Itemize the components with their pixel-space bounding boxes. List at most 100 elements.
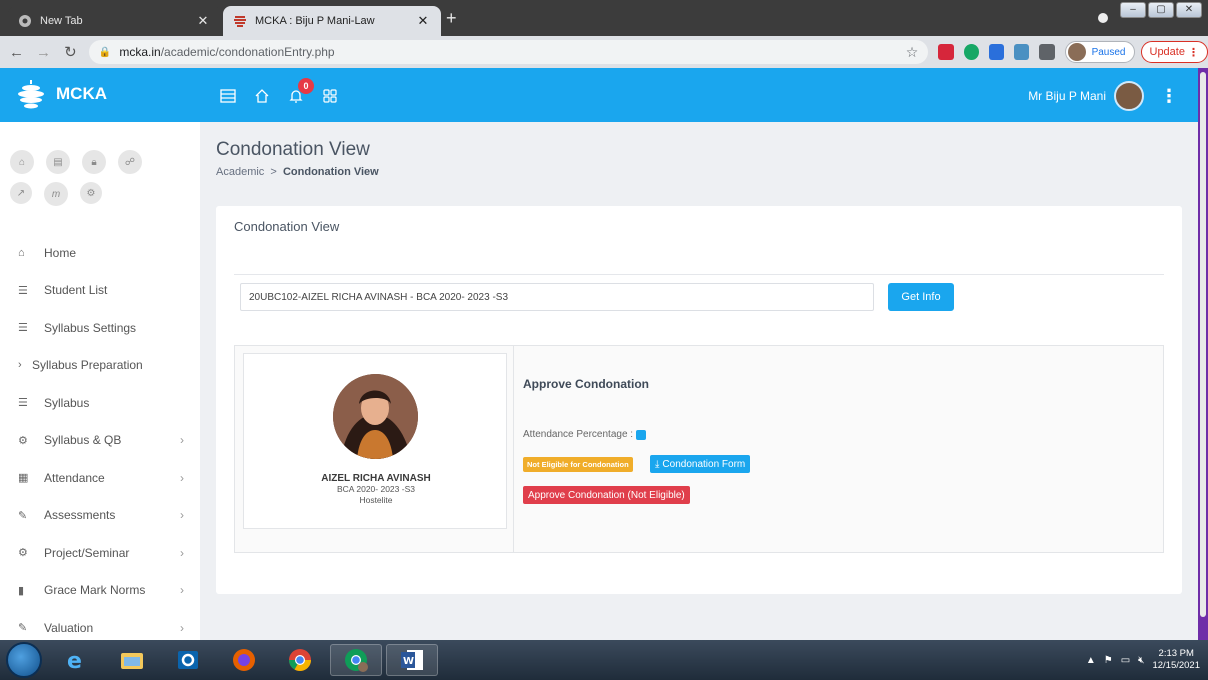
handshake-icon[interactable]: ☍: [118, 150, 142, 174]
tab-new-tab[interactable]: New Tab ✕: [8, 6, 221, 36]
chevron-right-icon: ›: [180, 583, 184, 598]
student-course: BCA 2020- 2023 -S3: [337, 484, 415, 494]
network-icon[interactable]: ▭: [1121, 655, 1130, 666]
external-link-icon[interactable]: ↗: [10, 182, 32, 204]
page-title: Condonation View: [216, 139, 370, 160]
download-icon: ⤓: [655, 458, 660, 470]
extension-icon[interactable]: [938, 44, 954, 60]
breadcrumb-academic[interactable]: Academic: [216, 166, 264, 178]
attendance-label: Attendance Percentage :: [523, 429, 634, 440]
student-select[interactable]: 20UBC102-AIZEL RICHA AVINASH - BCA 2020-…: [240, 283, 874, 311]
address-bar[interactable]: 🔒 mcka.in/academic/condonationEntry.php …: [88, 40, 929, 64]
outlook-icon[interactable]: [162, 644, 214, 676]
book-icon: ▮: [18, 584, 25, 597]
user-menu[interactable]: Mr Biju P Mani ⋮: [1028, 81, 1178, 111]
app-header: MCKA 0 Mr Biju P Mani ⋮: [0, 68, 1198, 122]
chrome-profile-icon[interactable]: [330, 644, 382, 676]
profile-button[interactable]: Paused: [1064, 41, 1135, 63]
sidebar-item-student-list[interactable]: ☰ Student List: [0, 272, 200, 310]
menu-toggle-icon[interactable]: [218, 86, 238, 106]
close-tab-icon[interactable]: ✕: [195, 13, 211, 29]
sidebar-item-label: Student List: [44, 283, 108, 298]
lock-icon[interactable]: 🔒︎: [82, 150, 106, 174]
sidebar-item-label: Syllabus & QB: [44, 433, 122, 448]
maximize-button[interactable]: ▢: [1148, 2, 1174, 18]
get-info-button[interactable]: Get Info: [888, 283, 954, 311]
sidebar-item-syllabus-settings[interactable]: ☰ Syllabus Settings: [0, 309, 200, 347]
id-card-icon[interactable]: ▤: [46, 150, 70, 174]
svg-text:W: W: [403, 656, 414, 667]
volume-muted-icon[interactable]: 🔇︎: [1138, 655, 1144, 666]
list-icon: ☰: [18, 284, 28, 297]
internet-explorer-icon[interactable]: e: [50, 644, 102, 676]
action-center-flag-icon[interactable]: ⚑: [1104, 655, 1113, 666]
new-tab-button[interactable]: +: [446, 9, 457, 27]
chevron-right-icon: ›: [18, 359, 22, 372]
breadcrumb: Academic > Condonation View: [216, 166, 379, 178]
lock-icon: 🔒: [98, 46, 112, 58]
close-window-button[interactable]: ✕: [1176, 2, 1202, 18]
condonation-form-label: Condonation Form: [662, 458, 746, 470]
forward-icon[interactable]: →: [33, 44, 54, 61]
gear-icon[interactable]: ⚙: [80, 182, 102, 204]
extension-icon[interactable]: [1014, 44, 1030, 60]
system-tray: ▲ ⚑ ▭ 🔇︎ 2:13 PM 12/15/2021: [1086, 648, 1200, 672]
update-label: Update: [1149, 46, 1185, 58]
divider: [234, 274, 1164, 275]
cogs-icon: ⚙: [18, 547, 28, 560]
pencil-icon: ✎: [18, 622, 28, 635]
reload-icon[interactable]: ↻: [60, 43, 81, 61]
bell-icon[interactable]: 0: [286, 78, 314, 106]
sidebar-item-project-seminar[interactable]: ⚙ Project/Seminar ›: [0, 534, 200, 572]
profile-status: Paused: [1091, 46, 1126, 58]
sidebar-item-syllabus[interactable]: ☰ Syllabus: [0, 384, 200, 422]
browser-toolbar: ← → ↻ 🔒 mcka.in/academic/condonationEntr…: [0, 36, 1208, 68]
home-icon: ⌂: [18, 246, 25, 259]
grid-icon[interactable]: [320, 86, 340, 106]
student-residence: Hostelite: [359, 495, 393, 505]
sidebar-item-grace-mark-norms[interactable]: ▮ Grace Mark Norms ›: [0, 572, 200, 610]
sidebar-item-syllabus-qb[interactable]: ⚙ Syllabus & QB ›: [0, 422, 200, 460]
sidebar-item-attendance[interactable]: ▦ Attendance ›: [0, 459, 200, 497]
sidebar-item-assessments[interactable]: ✎ Assessments ›: [0, 497, 200, 535]
update-button[interactable]: Update ⋮: [1140, 41, 1208, 63]
tab-title: New Tab: [40, 15, 83, 27]
more-vert-icon[interactable]: ⋮: [1160, 86, 1178, 107]
approve-condonation-button[interactable]: Approve Condonation (Not Eligible): [523, 486, 690, 504]
close-tab-icon[interactable]: ✕: [415, 13, 431, 29]
chrome-icon[interactable]: [274, 644, 326, 676]
page-scrollbar[interactable]: [1198, 68, 1208, 640]
bookmark-star-icon[interactable]: ☆: [906, 44, 919, 61]
firefox-icon[interactable]: [218, 644, 270, 676]
moodle-icon[interactable]: m: [44, 182, 68, 206]
sidebar-item-label: Home: [44, 245, 77, 260]
tab-title: MCKA : Biju P Mani-Law: [255, 15, 375, 27]
chrome-icon: [18, 14, 32, 28]
minimize-button[interactable]: –: [1120, 2, 1146, 18]
sidebar-item-home[interactable]: ⌂ Home: [0, 234, 200, 272]
sidebar-item-syllabus-preparation[interactable]: › Syllabus Preparation: [0, 347, 200, 385]
app-logo[interactable]: MCKA: [16, 78, 107, 110]
word-icon[interactable]: W: [386, 644, 438, 676]
back-icon[interactable]: ←: [6, 44, 27, 61]
tab-mcka[interactable]: MCKA : Biju P Mani-Law ✕: [223, 6, 441, 36]
url-host: mcka.in: [119, 45, 161, 59]
scrollbar-thumb[interactable]: [1200, 72, 1206, 617]
puzzle-icon[interactable]: [1039, 44, 1055, 60]
window-controls: – ▢ ✕: [1120, 2, 1202, 18]
user-name: Mr Biju P Mani: [1028, 89, 1106, 103]
grammarly-icon[interactable]: [963, 44, 979, 60]
home-icon[interactable]: [252, 86, 272, 106]
system-clock[interactable]: 2:13 PM 12/15/2021: [1152, 648, 1200, 672]
student-profile-column: AIZEL RICHA AVINASH BCA 2020- 2023 -S3 H…: [235, 346, 514, 552]
sidebar-item-label: Syllabus: [44, 395, 90, 410]
home-icon[interactable]: ⌂: [10, 150, 34, 174]
breadcrumb-current: Condonation View: [282, 166, 379, 178]
extension-icon[interactable]: [988, 44, 1005, 60]
condonation-form-button[interactable]: ⤓ Condonation Form: [650, 455, 751, 473]
app-name: MCKA: [56, 84, 107, 103]
start-button[interactable]: [6, 642, 42, 678]
file-explorer-icon[interactable]: [106, 644, 158, 676]
tray-expand-icon[interactable]: ▲: [1086, 655, 1096, 666]
pencil-icon: ✎: [18, 509, 28, 522]
